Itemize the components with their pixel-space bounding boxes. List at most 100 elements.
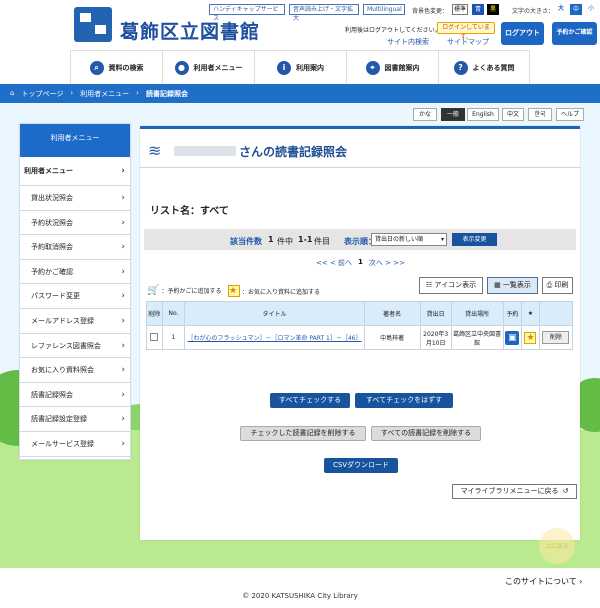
library-logo-icon[interactable]	[74, 7, 112, 42]
star-icon: ★	[228, 285, 240, 297]
location-icon: ⌖	[365, 61, 380, 75]
number-column-header: No.	[161, 301, 186, 326]
title-column-header: タイトル	[184, 301, 365, 326]
delete-column-header: 削除	[146, 301, 163, 326]
sitemap-link[interactable]: サイトマップ	[447, 37, 489, 47]
location-column-header: 貸出場所	[450, 301, 504, 326]
chevron-right-icon: ›	[121, 389, 125, 400]
previous-page-link[interactable]: << < 前へ	[316, 258, 352, 268]
list-view-button[interactable]: ▦ 一覧表示	[487, 277, 538, 294]
breadcrumb-separator: ›	[70, 89, 74, 97]
chevron-down-icon: ▾	[440, 236, 444, 243]
list-name: リスト名：すべて	[150, 206, 229, 217]
background-color-label: 背景色変更：	[412, 8, 449, 15]
logout-button[interactable]: ログアウト	[501, 22, 544, 45]
sidebar-item-lending-status[interactable]: 貸出状況照会 ›	[20, 186, 130, 211]
background-black-button[interactable]: 黒	[487, 4, 499, 15]
current-page: 1	[358, 258, 363, 266]
reservation-cart-icon[interactable]: ▣	[505, 330, 520, 345]
breadcrumb-top[interactable]: トップページ	[21, 89, 63, 99]
site-header: 葛飾区立図書館 ハンディキャップサービス 音声読み上げ・文字拡大 Multili…	[0, 0, 600, 50]
user-icon: ●	[174, 61, 189, 75]
result-control-bar: 該当件数 1 件中 1-1 件目 表示順： 貸出日の新しい順 ▾ 表示変更	[144, 229, 576, 250]
book-title-link[interactable]: ［わが心のフラッシュマン］－［ロマン革命 PART 1］－［46］	[184, 325, 365, 350]
delete-all-button[interactable]: すべての読書記録を削除する	[371, 426, 481, 441]
sidebar-item-reading-settings[interactable]: 読書記録設定登録 ›	[20, 407, 130, 432]
grid-icon: ▦	[494, 281, 503, 289]
delete-checkbox[interactable]	[150, 332, 159, 341]
question-icon: ?	[453, 61, 468, 75]
print-button[interactable]: ⎙ 印刷	[542, 277, 573, 294]
author-column-header: 著者名	[363, 301, 421, 326]
delete-button[interactable]: 削除	[542, 331, 570, 344]
sort-select[interactable]: 貸出日の新しい順 ▾	[371, 233, 447, 246]
nav-faq[interactable]: ? よくある質問	[438, 51, 530, 85]
font-small-button[interactable]: 小	[585, 4, 597, 15]
return-mylibrary-button[interactable]: マイライブラリメニューに戻る ↺	[452, 484, 577, 499]
sidebar-item-mail-service[interactable]: メールサービス登録 ›	[20, 432, 130, 457]
sidebar-header: 利用者メニュー	[20, 124, 130, 157]
info-icon: i	[277, 61, 291, 75]
sidebar-item-password[interactable]: パスワード変更 ›	[20, 284, 130, 309]
chevron-right-icon: ›	[121, 242, 125, 253]
page-top-button[interactable]: 上に戻る	[539, 528, 575, 564]
cart-confirm-button[interactable]: 予約かご確認	[552, 22, 597, 45]
count-unit: 件中	[277, 237, 293, 246]
about-site-link[interactable]: このサイトについて ›	[505, 576, 583, 587]
sidebar-item-reservation-cancel[interactable]: 予約取消照会 ›	[20, 235, 130, 260]
cart-icon: 🛒	[147, 285, 160, 296]
background-standard-button[interactable]: 標準	[452, 4, 468, 15]
help-button[interactable]: ヘルプ	[556, 108, 584, 121]
nav-usage-guide[interactable]: i 利用案内	[254, 51, 346, 85]
icon-view-button[interactable]: ☷ アイコン表示	[419, 277, 483, 294]
check-all-button[interactable]: すべてチェックする	[270, 393, 350, 408]
font-medium-button[interactable]: 中	[570, 4, 582, 15]
site-search-link[interactable]: サイト内検索	[387, 37, 429, 47]
stack-icon: ≋	[148, 141, 162, 160]
voice-reading-link[interactable]: 音声読み上げ・文字拡大	[289, 4, 359, 22]
library-name[interactable]: 葛飾区立図書館	[120, 17, 260, 44]
page-title: さんの読書記録照会	[239, 145, 348, 159]
chevron-right-icon: ›	[121, 291, 125, 302]
search-icon: ⌕	[89, 61, 104, 75]
uncheck-all-button[interactable]: すべてチェックをはずす	[355, 393, 453, 408]
nav-user-menu[interactable]: ● 利用者メニュー	[162, 51, 254, 85]
language-korean-button[interactable]: 한국	[528, 108, 552, 121]
chevron-right-icon: ›	[121, 414, 125, 425]
favorite-star-icon[interactable]: ★	[524, 331, 537, 344]
logout-notice: 利用後はログアウトしてください。	[345, 27, 441, 34]
sidebar-item-email[interactable]: メールアドレス登録 ›	[20, 309, 130, 334]
range-unit: 件目	[314, 237, 330, 246]
favorite-cell: ★	[521, 325, 540, 350]
sidebar-item-reading-records[interactable]: 読書記録照会 ›	[20, 383, 130, 408]
delete-checked-button[interactable]: チェックした読書記録を削除する	[240, 426, 366, 441]
action-column-header	[538, 301, 574, 326]
lending-location: 葛飾区立中央図書館	[450, 325, 504, 350]
multilingual-link[interactable]: Multilingual	[363, 4, 405, 15]
sort-submit-button[interactable]: 表示変更	[452, 233, 497, 246]
sidebar-item-favorites[interactable]: お気に入り資料照会 ›	[20, 358, 130, 383]
language-english-button[interactable]: English	[467, 108, 499, 121]
breadcrumb-user-menu[interactable]: 利用者メニュー	[80, 89, 129, 99]
table-row: 1 ［わが心のフラッシュマン］－［ロマン革命 PART 1］－［46］ 中島梓著…	[146, 325, 574, 350]
user-menu-sidebar: 利用者メニュー 利用者メニュー › 貸出状況照会 › 予約状況照会 › 予約取消照会 ›…	[19, 123, 131, 460]
nav-search[interactable]: ⌕ 資料の検索	[70, 51, 162, 85]
count-label: 該当件数	[230, 237, 262, 246]
csv-download-button[interactable]: CSVダウンロード	[324, 458, 398, 473]
language-kana-button[interactable]: かな	[413, 108, 437, 121]
sidebar-item-reservation-status[interactable]: 予約状況照会 ›	[20, 211, 130, 236]
home-icon[interactable]: ⌂	[10, 89, 14, 99]
nav-library-guide[interactable]: ⌖ 図書館案内	[346, 51, 438, 85]
language-chinese-button[interactable]: 中文	[502, 108, 524, 121]
sidebar-item-reference[interactable]: レファレンス図書照会 ›	[20, 334, 130, 359]
language-general-button[interactable]: 一般	[441, 108, 465, 121]
sidebar-item-reservation-cart[interactable]: 予約かご確認 ›	[20, 260, 130, 285]
next-page-link[interactable]: 次へ > >>	[369, 258, 405, 268]
reading-record-panel: ≋ さんの読書記録照会 リスト名：すべて 該当件数 1 件中 1-1 件目 表示…	[140, 126, 580, 540]
handicap-service-link[interactable]: ハンディキャップサービス	[209, 4, 285, 22]
chevron-right-icon: ›	[121, 266, 125, 277]
blurred-user-name	[174, 146, 236, 156]
background-blue-button[interactable]: 青	[472, 4, 484, 15]
font-large-button[interactable]: 大	[555, 4, 567, 15]
sidebar-title: 利用者メニュー ›	[20, 157, 130, 186]
